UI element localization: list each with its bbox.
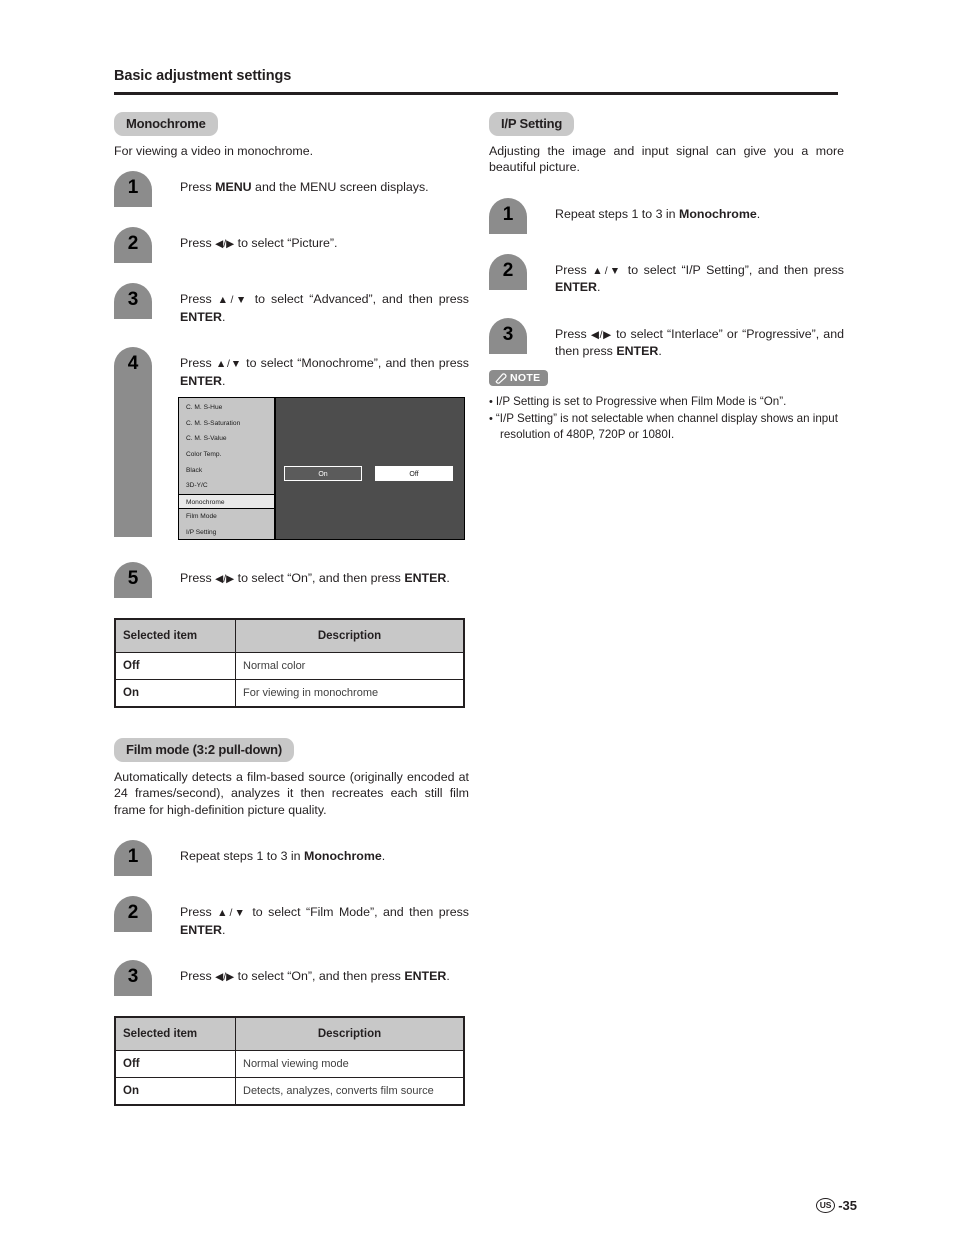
table-header-description: Description xyxy=(235,618,465,654)
table-row: On For viewing in monochrome xyxy=(114,679,465,708)
region-badge: US xyxy=(815,1197,836,1213)
step-text: Repeat steps 1 to 3 in Monochrome. xyxy=(180,849,386,864)
osd-menu-item[interactable]: Black xyxy=(179,463,274,479)
bullet-icon: • xyxy=(489,412,496,425)
table-row: Off Normal viewing mode xyxy=(114,1050,465,1079)
step-item: 1 Press MENU and the MENU screen display… xyxy=(114,171,469,208)
note-pencil-icon xyxy=(494,372,507,384)
step-text: Press ◀/▶ to select “Interlace” or “Prog… xyxy=(555,326,844,359)
step-item: 3 Press ◀/▶ to select “Interlace” or “Pr… xyxy=(489,317,844,360)
step-item: 2 Press ▲/▼ to select “I/P Setting”, and… xyxy=(489,253,844,296)
bullet-icon: • xyxy=(489,395,496,408)
step-text: Press ◀/▶ to select “On”, and then press… xyxy=(180,969,450,984)
steps-film-mode: 1 Repeat steps 1 to 3 in Monochrome. 2 P… xyxy=(114,840,469,997)
description-table-monochrome: Selected item Description Off Normal col… xyxy=(114,618,465,709)
note-badge: NOTE xyxy=(489,369,549,386)
step-text: Repeat steps 1 to 3 in Monochrome. xyxy=(555,206,761,221)
step-item: 3 Press ◀/▶ to select “On”, and then pre… xyxy=(114,960,469,997)
step-number-badge: 5 xyxy=(114,562,152,599)
page-title: Basic adjustment settings xyxy=(114,68,292,84)
step-text: Press ▲/▼ to select “Monochrome”, and th… xyxy=(180,356,470,388)
manual-page: Basic adjustment settings Monochrome For… xyxy=(0,0,954,1235)
step-item: 1 Repeat steps 1 to 3 in Monochrome. xyxy=(489,197,844,234)
table-header-selected-item: Selected item xyxy=(114,1016,236,1052)
step-item: 2 Press ▲/▼ to select “Film Mode”, and t… xyxy=(114,896,469,938)
note-list: • I/P Setting is set to Progressive when… xyxy=(489,394,844,442)
osd-menu-item[interactable]: Color Temp. xyxy=(179,447,274,463)
step-item: 5 Press ◀/▶ to select “On”, and then pre… xyxy=(114,562,469,599)
step-number-badge: 3 xyxy=(114,960,152,997)
table-cell-item: On xyxy=(114,679,236,708)
step-item: 4 Press ▲/▼ to select “Monochrome”, and … xyxy=(114,347,470,541)
osd-menu-item-selected[interactable]: Monochrome xyxy=(179,493,274,510)
step-number-badge: 2 xyxy=(489,253,527,290)
step-number-badge: 2 xyxy=(114,227,152,264)
osd-menu-screenshot: C. M. S-Hue C. M. S-Saturation C. M. S-V… xyxy=(178,397,465,541)
step-text: Press MENU and the MENU screen displays. xyxy=(180,180,429,195)
table-cell-description: Normal viewing mode xyxy=(235,1050,465,1079)
step-number-badge: 1 xyxy=(114,171,152,208)
step-number-badge: 2 xyxy=(114,896,152,933)
osd-menu-list: C. M. S-Hue C. M. S-Saturation C. M. S-V… xyxy=(179,398,276,541)
step-text: Press ▲/▼ to select “Film Mode”, and the… xyxy=(180,905,469,937)
step-item: 2 Press ◀/▶ to select “Picture”. xyxy=(114,227,469,264)
step-text: Press ▲/▼ to select “Advanced”, and then… xyxy=(180,292,469,324)
osd-menu-item[interactable]: C. M. S-Value xyxy=(179,431,274,447)
page-footer: US -35 xyxy=(815,1197,857,1213)
osd-button-on[interactable]: On xyxy=(284,466,362,482)
steps-ip-setting: 1 Repeat steps 1 to 3 in Monochrome. 2 P… xyxy=(489,197,844,360)
step-item: 3 Press ▲/▼ to select “Advanced”, and th… xyxy=(114,283,469,325)
osd-menu-item[interactable]: C. M. S-Hue xyxy=(179,400,274,416)
step-number-badge: 1 xyxy=(489,197,527,234)
table-header-description: Description xyxy=(235,1016,465,1052)
osd-menu-item[interactable]: 3D-Y/C xyxy=(179,478,274,494)
note-item: • I/P Setting is set to Progressive when… xyxy=(489,394,844,410)
section-monochrome: Monochrome For viewing a video in monoch… xyxy=(114,112,470,709)
right-column: I/P Setting Adjusting the image and inpu… xyxy=(489,112,844,443)
table-row: Off Normal color xyxy=(114,652,465,681)
section-badge-film-mode: Film mode (3:2 pull-down) xyxy=(114,738,295,762)
table-row: On Detects, analyzes, converts film sour… xyxy=(114,1077,465,1106)
osd-menu-item[interactable]: C. M. S-Saturation xyxy=(179,416,274,432)
section-description-ip-setting: Adjusting the image and input signal can… xyxy=(489,143,844,175)
table-header-row: Selected item Description xyxy=(114,618,465,654)
table-cell-item: Off xyxy=(114,1050,236,1079)
header-divider xyxy=(114,92,838,95)
section-badge-monochrome: Monochrome xyxy=(114,112,218,136)
note-item-text: I/P Setting is set to Progressive when F… xyxy=(495,394,787,408)
section-badge-ip-setting: I/P Setting xyxy=(489,112,575,136)
section-description-monochrome: For viewing a video in monochrome. xyxy=(114,143,314,158)
section-film-mode: Film mode (3:2 pull-down) Automatically … xyxy=(114,738,469,1107)
osd-menu-item[interactable]: I/P Setting xyxy=(179,525,274,541)
note-item-text: “I/P Setting” is not selectable when cha… xyxy=(495,411,838,441)
osd-menu-item[interactable]: Film Mode xyxy=(179,509,274,525)
table-cell-item: On xyxy=(114,1077,236,1106)
section-description-film-mode: Automatically detects a film-based sourc… xyxy=(114,769,469,817)
step-number-badge: 3 xyxy=(114,283,152,320)
left-column: Monochrome For viewing a video in monoch… xyxy=(114,112,470,1107)
step-text: Press ▲/▼ to select “I/P Setting”, and t… xyxy=(555,262,844,295)
step-number-badge: 3 xyxy=(489,317,527,354)
page-number: -35 xyxy=(838,1197,857,1213)
step-number-badge: 1 xyxy=(114,840,152,877)
table-cell-description: Normal color xyxy=(235,652,465,681)
steps-monochrome: 1 Press MENU and the MENU screen display… xyxy=(114,171,470,599)
table-cell-item: Off xyxy=(114,652,236,681)
table-cell-description: For viewing in monochrome xyxy=(235,679,465,708)
step-text: Press ◀/▶ to select “Picture”. xyxy=(180,236,338,251)
page-header: Basic adjustment settings xyxy=(114,68,838,95)
description-table-film-mode: Selected item Description Off Normal vie… xyxy=(114,1016,465,1107)
table-header-row: Selected item Description xyxy=(114,1016,465,1052)
step-text: Press ◀/▶ to select “On”, and then press… xyxy=(180,571,450,586)
table-cell-description: Detects, analyzes, converts film source xyxy=(235,1077,465,1106)
section-ip-setting: I/P Setting Adjusting the image and inpu… xyxy=(489,112,844,442)
osd-option-buttons: On Off xyxy=(284,466,459,482)
osd-button-off[interactable]: Off xyxy=(375,466,453,482)
note-item: • “I/P Setting” is not selectable when c… xyxy=(489,411,844,442)
step-item: 1 Repeat steps 1 to 3 in Monochrome. xyxy=(114,840,469,877)
table-header-selected-item: Selected item xyxy=(114,618,236,654)
step-number-badge: 4 xyxy=(114,347,152,538)
note-label: NOTE xyxy=(510,371,541,384)
